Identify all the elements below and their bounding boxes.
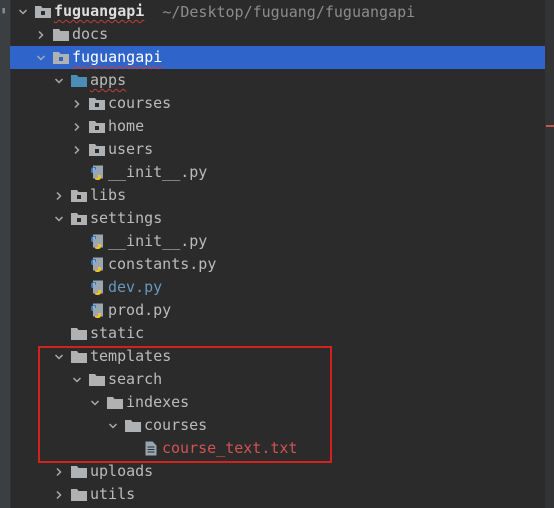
- tree-item-label: __init__.py: [108, 163, 208, 181]
- module-folder-icon: [35, 5, 51, 19]
- folder-icon: [53, 28, 69, 42]
- tree-item-label: prod.py: [108, 301, 172, 319]
- tree-item[interactable]: search: [10, 368, 545, 391]
- chevron-right-icon[interactable]: [71, 98, 83, 110]
- folder-icon: [71, 465, 87, 479]
- package-folder-icon: [71, 212, 87, 226]
- right-scroll-gutter[interactable]: [545, 0, 554, 508]
- package-folder-icon: [71, 189, 87, 203]
- folder-icon: [89, 373, 105, 387]
- tree-item-label: courses: [108, 94, 172, 112]
- folder-icon: [71, 327, 87, 341]
- error-stripe-marker: [546, 125, 554, 127]
- python-file-icon: [89, 165, 105, 180]
- tree-item[interactable]: prod.py: [10, 299, 545, 322]
- tree-item-label: templates: [90, 347, 172, 365]
- chevron-right-icon[interactable]: [71, 144, 83, 156]
- tree-item[interactable]: docs: [10, 23, 545, 46]
- folder-icon: [125, 419, 141, 433]
- tree-item-label: dev.py: [108, 278, 163, 296]
- tree-item[interactable]: fuguangapi: [10, 46, 545, 69]
- tree-item[interactable]: utils: [10, 483, 545, 506]
- tree-item-label: libs: [90, 186, 127, 204]
- tree-item-label: courses: [144, 416, 208, 434]
- tree-item[interactable]: __init__.py: [10, 230, 545, 253]
- tree-root[interactable]: fuguangapi ~/Desktop/fuguang/fuguangapi: [10, 0, 545, 23]
- folder-icon: [71, 350, 87, 364]
- chevron-down-icon[interactable]: [107, 420, 119, 432]
- chevron-down-icon[interactable]: [53, 75, 65, 87]
- tree-item[interactable]: course_text.txt: [10, 437, 545, 460]
- folder-icon: [107, 396, 123, 410]
- chevron-right-icon[interactable]: [53, 489, 65, 501]
- tree-item[interactable]: templates: [10, 345, 545, 368]
- tree-item[interactable]: uploads: [10, 460, 545, 483]
- chevron-right-icon[interactable]: [53, 190, 65, 202]
- tool-window-tab-icon[interactable]: ▮: [1, 6, 7, 16]
- tree-item-label: search: [108, 370, 163, 388]
- tree-item-label: uploads: [90, 462, 154, 480]
- tree-item[interactable]: libs: [10, 184, 545, 207]
- tree-item[interactable]: home: [10, 115, 545, 138]
- tree-item-label: constants.py: [108, 255, 217, 273]
- tree-item-label: docs: [72, 25, 109, 43]
- python-file-icon: [89, 234, 105, 249]
- tree-item-label: fuguangapi: [72, 48, 163, 66]
- chevron-right-icon[interactable]: [71, 121, 83, 133]
- tree-item[interactable]: static: [10, 322, 545, 345]
- module-folder-icon: [53, 51, 69, 65]
- chevron-down-icon[interactable]: [53, 351, 65, 363]
- tree-item[interactable]: courses: [10, 92, 545, 115]
- tree-item[interactable]: __init__.py: [10, 161, 545, 184]
- tree-item[interactable]: dev.py: [10, 276, 545, 299]
- tree-item-label: home: [108, 117, 145, 135]
- chevron-right-icon[interactable]: [53, 466, 65, 478]
- chevron-down-icon[interactable]: [17, 6, 29, 18]
- tree-item[interactable]: users: [10, 138, 545, 161]
- tree-item[interactable]: constants.py: [10, 253, 545, 276]
- source-folder-icon: [71, 74, 87, 88]
- tree-item-label: settings: [90, 209, 163, 227]
- chevron-down-icon[interactable]: [53, 213, 65, 225]
- package-folder-icon: [89, 143, 105, 157]
- chevron-down-icon[interactable]: [71, 374, 83, 386]
- chevron-down-icon[interactable]: [89, 397, 101, 409]
- tree-item-label: __init__.py: [108, 232, 208, 250]
- tree-item-label: users: [108, 140, 154, 158]
- tree-item-label: static: [90, 324, 145, 342]
- tree-item-label: apps: [90, 71, 127, 89]
- tree-item-label: indexes: [126, 393, 190, 411]
- package-folder-icon: [89, 120, 105, 134]
- tree-item-label: course_text.txt: [162, 439, 298, 457]
- tree-item[interactable]: courses: [10, 414, 545, 437]
- tree-item[interactable]: indexes: [10, 391, 545, 414]
- python-file-icon: [89, 280, 105, 295]
- tree-root-path: ~/Desktop/fuguang/fuguangapi: [162, 2, 416, 21]
- text-file-icon: [143, 441, 159, 456]
- python-file-icon: [89, 303, 105, 318]
- tree-item[interactable]: settings: [10, 207, 545, 230]
- chevron-right-icon[interactable]: [35, 29, 47, 41]
- folder-icon: [71, 488, 87, 502]
- python-file-icon: [89, 257, 105, 272]
- tree-root-label: fuguangapi: [54, 2, 145, 20]
- chevron-down-icon[interactable]: [35, 52, 47, 64]
- tree-item[interactable]: apps: [10, 69, 545, 92]
- package-folder-icon: [89, 97, 105, 111]
- tree-item-label: utils: [90, 485, 136, 503]
